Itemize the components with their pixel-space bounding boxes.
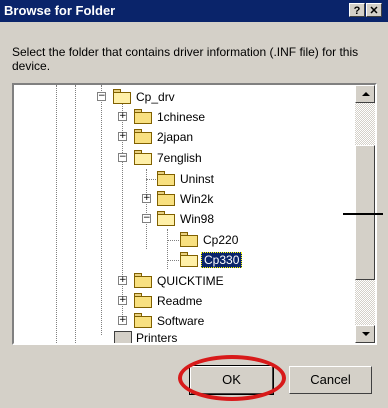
collapse-toggle[interactable]: − (118, 153, 127, 162)
tree-item-2japan[interactable]: + 2japan (14, 127, 355, 147)
tree-item-label: Cp220 (203, 233, 239, 247)
folder-open-icon (134, 150, 152, 165)
folder-icon (134, 273, 152, 288)
annotation-circle (178, 355, 286, 401)
expand-toggle[interactable]: + (118, 296, 127, 305)
arrow-up-icon (362, 92, 370, 96)
tree-item-readme[interactable]: + Readme (14, 291, 355, 311)
instruction-text: Select the folder that contains driver i… (12, 45, 359, 73)
folder-icon (134, 129, 152, 144)
close-button[interactable]: ✕ (366, 3, 382, 17)
tree-item-label: Readme (157, 294, 203, 308)
folder-open-icon (157, 211, 175, 226)
folder-icon (157, 171, 175, 186)
folder-icon (134, 313, 152, 328)
tree-item-uninst[interactable]: Uninst (14, 169, 355, 189)
cancel-button[interactable]: Cancel (289, 366, 372, 394)
tree-item-label: Software (157, 314, 205, 328)
tree-guide-line (167, 240, 179, 241)
tree-item-label: Cp_drv (136, 90, 175, 104)
folder-icon (134, 293, 152, 308)
tree-content: − Cp_drv + 1chinese + 2japan − 7english … (14, 85, 355, 343)
expand-toggle[interactable]: + (118, 276, 127, 285)
folder-tree[interactable]: − Cp_drv + 1chinese + 2japan − 7english … (12, 83, 377, 345)
tree-item-win2k[interactable]: + Win2k (14, 189, 355, 209)
tree-item-label: 1chinese (157, 110, 206, 124)
tree-item-label: Win2k (180, 192, 214, 206)
expand-toggle[interactable]: + (142, 194, 151, 203)
collapse-toggle[interactable]: − (142, 214, 151, 223)
tree-item-label: 2japan (157, 130, 194, 144)
printer-icon (114, 331, 132, 343)
expand-toggle[interactable]: + (118, 316, 127, 325)
tree-item-label: 7english (157, 151, 202, 165)
tree-item-cp-drv[interactable]: − Cp_drv (14, 87, 355, 107)
tree-item-7english[interactable]: − 7english (14, 148, 355, 168)
tree-guide-line (167, 260, 179, 261)
arrow-down-icon (362, 332, 370, 336)
help-button[interactable]: ? (349, 3, 365, 17)
tree-item-win98[interactable]: − Win98 (14, 209, 355, 229)
tree-item-1chinese[interactable]: + 1chinese (14, 107, 355, 127)
folder-open-icon (113, 89, 131, 104)
folder-open-icon (180, 252, 198, 267)
tree-item-cp220[interactable]: Cp220 (14, 230, 355, 250)
tree-item-quicktime[interactable]: + QUICKTIME (14, 271, 355, 291)
annotation-pointer-line (343, 213, 383, 215)
folder-icon (180, 232, 198, 247)
collapse-toggle[interactable]: − (97, 92, 106, 101)
title-bar: Browse for Folder ? ✕ (0, 0, 388, 22)
tree-item-label: QUICKTIME (157, 274, 224, 288)
tree-guide-line (146, 179, 156, 180)
tree-item-cp330[interactable]: Cp330 (14, 250, 355, 270)
expand-toggle[interactable]: + (118, 112, 127, 121)
expand-toggle[interactable]: + (118, 132, 127, 141)
tree-item-label: Printers (136, 331, 178, 345)
tree-item-label-selected: Cp330 (201, 252, 243, 268)
tree-item-printers[interactable]: Printers (14, 328, 355, 345)
scroll-down-button[interactable] (355, 325, 375, 343)
tree-item-label: Uninst (180, 172, 215, 186)
folder-icon (157, 191, 175, 206)
folder-icon (134, 109, 152, 124)
tree-item-label: Win98 (180, 212, 215, 226)
window-title: Browse for Folder (4, 3, 116, 18)
scroll-up-button[interactable] (355, 85, 375, 103)
